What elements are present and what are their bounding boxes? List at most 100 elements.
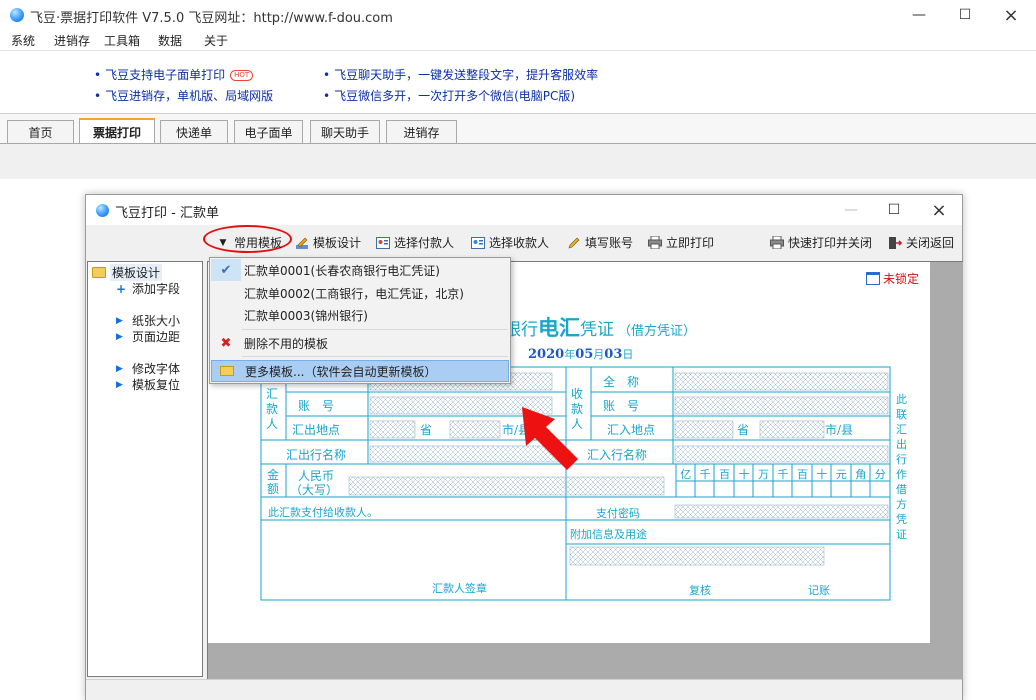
label-out-bank: 汇出行名称: [286, 448, 347, 462]
app-titlebar: 飞豆·票据打印软件 V7.5.0 飞豆网址：http://www.f-dou.c…: [0, 0, 1036, 30]
tree-root-template-design[interactable]: 模板设计: [92, 264, 163, 281]
label-city: 市/县: [502, 423, 531, 437]
tab-home[interactable]: 首页: [7, 120, 74, 144]
dialog-close-button[interactable]: ×: [916, 195, 962, 225]
folder-icon: [92, 267, 106, 278]
design-pencil-icon: [295, 236, 309, 250]
label-payee: 收款人: [571, 387, 584, 431]
label-remitter: 汇款人: [266, 387, 279, 431]
fill-account-button[interactable]: 填写账号: [567, 234, 633, 251]
menu-item-template-0002[interactable]: 汇款单0002(工商银行，电汇凭证，北京): [211, 282, 509, 304]
hot-badge: HOT: [230, 70, 254, 81]
digit-label: 千: [699, 468, 711, 481]
label-province-payee: 省: [737, 423, 750, 437]
tree-item-add-field[interactable]: + 添加字段: [116, 280, 180, 297]
ad-link-chat[interactable]: • 飞豆聊天助手，一键发送整段文字，提升客服效率: [323, 66, 598, 83]
label-in-place: 汇入地点: [607, 423, 656, 437]
label-city-payee: 市/县: [825, 423, 854, 437]
tab-express[interactable]: 快递单: [160, 120, 228, 144]
dialog-logo-icon: [96, 204, 109, 217]
menu-toolbox[interactable]: 工具箱: [104, 32, 140, 49]
menu-item-delete-unused[interactable]: ✖ 删除不用的模板: [211, 332, 509, 354]
label-capital: （大写）: [290, 483, 339, 497]
template-dropdown-menu: ✔ 汇款单0001(长春农商银行电汇凭证) 汇款单0002(工商银行，电汇凭证，北…: [209, 257, 511, 384]
minimize-button[interactable]: —: [896, 0, 942, 30]
digit-label: 百: [719, 468, 731, 481]
tab-inventory[interactable]: 进销存: [386, 120, 457, 144]
ad-link-wechat[interactable]: • 飞豆微信多开，一次打开多个微信(电脑PC版): [323, 87, 575, 104]
template-tree-panel: 模板设计 + 添加字段 ▶ 纸张大小 ▶ 页面边距 ▶ 修改字体 ▶ 模板复位: [87, 261, 203, 677]
quick-print-close-button[interactable]: 快速打印并关闭: [770, 234, 872, 251]
delete-x-icon: ✖: [220, 335, 232, 351]
contact-card-icon: [376, 236, 390, 250]
label-province: 省: [420, 423, 433, 437]
digit-label: 十: [816, 468, 828, 481]
app-logo-icon: [10, 8, 24, 22]
pen-icon: [567, 236, 581, 250]
menu-system[interactable]: 系统: [11, 32, 35, 49]
tree-item-paper-size[interactable]: ▶ 纸张大小: [116, 312, 180, 329]
select-payer-button[interactable]: 选择付款人: [376, 234, 454, 251]
label-amount: 金额: [267, 468, 280, 496]
menu-about[interactable]: 关于: [204, 32, 228, 49]
menu-separator: [242, 356, 508, 357]
digit-label: 万: [758, 468, 770, 481]
menu-bar: 系统 进销存 工具箱 数据 关于: [0, 30, 1036, 50]
label-pay-note: 此汇款支付给收款人。: [268, 506, 378, 519]
plus-icon: +: [116, 281, 127, 296]
tab-content-toolbar: [0, 143, 1036, 179]
bullet-arrow-icon: ▶: [116, 363, 123, 374]
ad-link-inventory[interactable]: • 飞豆进销存，单机版、局域网版: [94, 87, 273, 104]
folder-icon: [220, 366, 234, 376]
app-title: 飞豆·票据打印软件 V7.5.0 飞豆网址：http://www.f-dou.c…: [30, 11, 393, 26]
label-account: 账 号: [298, 399, 335, 413]
dialog-title: 飞豆打印 - 汇款单: [115, 206, 219, 221]
close-return-button[interactable]: 关闭返回: [888, 234, 954, 251]
ad-area: • 飞豆支持电子面单打印 HOT • 飞豆进销存，单机版、局域网版 • 飞豆聊天助手，一…: [0, 50, 1036, 113]
bullet-arrow-icon: ▶: [116, 315, 123, 326]
dialog-maximize-button[interactable]: ☐: [871, 195, 917, 225]
select-payee-button[interactable]: 选择收款人: [471, 234, 549, 251]
tab-chat-assistant[interactable]: 聊天助手: [310, 120, 380, 144]
label-record: 记账: [808, 584, 830, 597]
tab-receipt-print[interactable]: 票据打印: [79, 118, 155, 145]
printer-icon: [648, 236, 662, 250]
dialog-toolbar: ▼ 常用模板 模板设计 选择付款人 选择收款人 填写账号 立即打印 快速打印并关闭…: [86, 225, 962, 257]
menu-item-template-0001[interactable]: ✔ 汇款单0001(长春农商银行电汇凭证): [211, 259, 509, 281]
printer-icon: [770, 236, 784, 250]
menu-item-template-0003[interactable]: 汇款单0003(锦州银行): [211, 304, 509, 326]
main-tabs: 首页 票据打印 快递单 电子面单 聊天助手 进销存: [0, 113, 1036, 145]
label-account-payee: 账 号: [603, 399, 640, 413]
label-extra-info: 附加信息及用途: [570, 528, 647, 541]
tab-ebill[interactable]: 电子面单: [234, 120, 303, 144]
menu-data[interactable]: 数据: [158, 32, 182, 49]
dialog-titlebar: 飞豆打印 - 汇款单 — ☐ ×: [86, 195, 962, 225]
digit-label: 角: [855, 468, 867, 481]
ad-link-ebill[interactable]: • 飞豆支持电子面单打印 HOT: [94, 66, 254, 83]
dialog-minimize-button[interactable]: —: [828, 195, 874, 225]
dialog-statusbar: [86, 679, 962, 700]
print-now-button[interactable]: 立即打印: [648, 234, 714, 251]
label-review: 复核: [689, 584, 711, 597]
contact-card-icon: [471, 236, 485, 250]
label-in-bank: 汇入行名称: [587, 448, 648, 462]
digit-header-row: 亿 千 百 十 万 千 百 十 元 角 分: [676, 466, 890, 482]
common-templates-button[interactable]: ▼ 常用模板: [216, 234, 282, 251]
bullet-arrow-icon: ▶: [116, 331, 123, 342]
maximize-button[interactable]: ☐: [942, 0, 988, 30]
tree-item-page-margin[interactable]: ▶ 页面边距: [116, 328, 180, 345]
dropdown-caret-icon: ▼: [219, 237, 227, 248]
close-button[interactable]: ×: [988, 0, 1034, 30]
digit-label: 十: [738, 468, 750, 481]
label-pay-password: 支付密码: [596, 507, 640, 520]
label-out-place: 汇出地点: [292, 423, 341, 437]
exit-door-icon: [888, 236, 902, 250]
template-design-button[interactable]: 模板设计: [295, 234, 361, 251]
menu-inventory[interactable]: 进销存: [54, 32, 90, 49]
tree-item-change-font[interactable]: ▶ 修改字体: [116, 360, 180, 377]
check-icon: ✔: [220, 262, 232, 278]
tree-item-reset-template[interactable]: ▶ 模板复位: [116, 376, 180, 393]
digit-label: 分: [874, 468, 886, 481]
label-full-name: 全 称: [603, 375, 640, 389]
menu-item-more-templates[interactable]: 更多模板...（软件会自动更新模板）: [211, 360, 509, 382]
